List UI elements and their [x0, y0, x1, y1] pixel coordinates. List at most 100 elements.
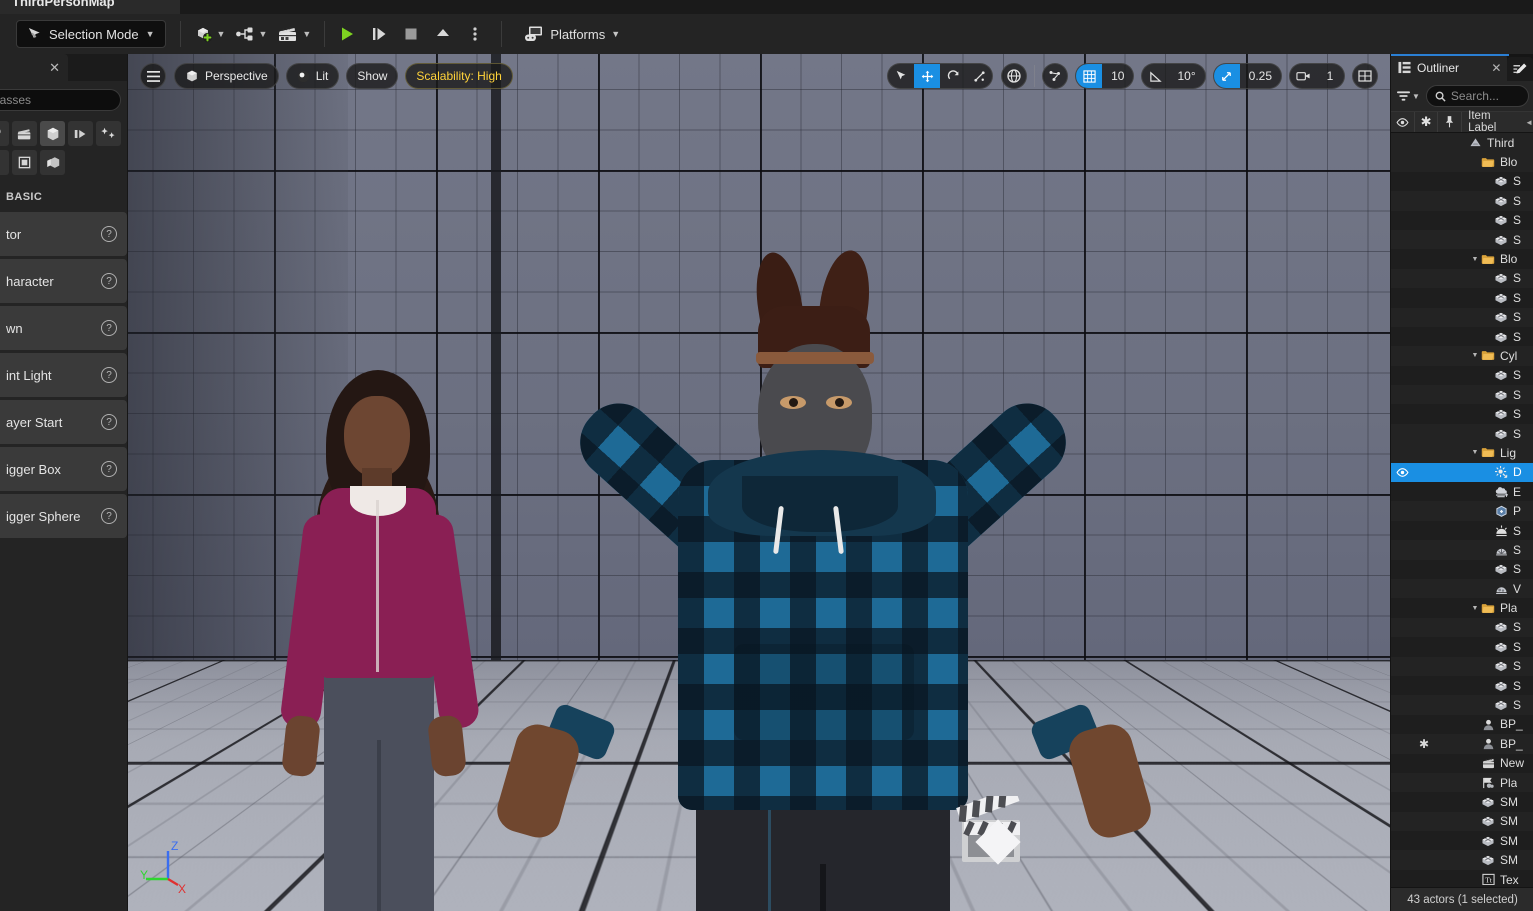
viewport-3d-scene[interactable]: Z Y X	[128, 54, 1390, 911]
outliner-row[interactable]: S	[1391, 172, 1533, 191]
place-item-trigger-box[interactable]: igger Box ?	[0, 447, 127, 491]
outliner-row[interactable]: ✱ BP_	[1391, 734, 1533, 754]
outliner-row[interactable]: Blo	[1391, 152, 1533, 172]
eject-button[interactable]	[429, 20, 457, 48]
outliner-row[interactable]: S	[1391, 229, 1533, 250]
outliner-row[interactable]: S	[1391, 211, 1533, 230]
platforms-button[interactable]: Platforms ▼	[516, 19, 628, 49]
outliner-row[interactable]: ▼ Pla	[1391, 598, 1533, 617]
viewport-menu-button[interactable]	[140, 63, 166, 89]
translate-tool[interactable]	[914, 64, 941, 88]
outliner-row[interactable]: S	[1391, 521, 1533, 540]
viewport-layout-button[interactable]	[1352, 63, 1378, 89]
rotate-tool[interactable]	[940, 64, 966, 88]
outliner-row[interactable]: ▼ Cyl	[1391, 346, 1533, 366]
outliner-row[interactable]: S	[1391, 268, 1533, 289]
level-tab[interactable]: ThirdPersonMap	[0, 0, 180, 14]
viewport-camera-button[interactable]: Perspective	[174, 63, 279, 89]
outliner-row[interactable]: SM	[1391, 792, 1533, 811]
outliner-row[interactable]: ▼ Blo	[1391, 249, 1533, 268]
character-mannequin-manny[interactable]	[458, 244, 1178, 911]
category-volumes[interactable]	[12, 150, 37, 175]
outliner-row[interactable]: S	[1391, 560, 1533, 579]
outliner-row[interactable]: BP_	[1391, 715, 1533, 734]
outliner-row[interactable]: S	[1391, 327, 1533, 346]
help-icon[interactable]: ?	[101, 367, 117, 383]
outliner-row[interactable]: S	[1391, 695, 1533, 715]
category-cinematic[interactable]	[12, 121, 37, 146]
favorite-column-header[interactable]: ✱	[1415, 112, 1439, 132]
expand-triangle-icon[interactable]: ▼	[1470, 605, 1480, 612]
outliner-row[interactable]: S	[1391, 404, 1533, 423]
category-geometry[interactable]	[0, 150, 9, 175]
help-icon[interactable]: ?	[101, 461, 117, 477]
angle-icon[interactable]	[1142, 64, 1168, 88]
expand-triangle-icon[interactable]: ▼	[1470, 256, 1480, 263]
category-lights[interactable]	[68, 121, 93, 146]
place-item-empty-actor[interactable]: tor ?	[0, 212, 127, 256]
outliner-tab[interactable]: Outliner ✕	[1391, 54, 1508, 81]
outliner-row[interactable]: S	[1391, 307, 1533, 327]
row-visibility-toggle[interactable]	[1391, 468, 1413, 477]
outliner-row[interactable]: Pla	[1391, 772, 1533, 793]
play-options-button[interactable]	[461, 20, 489, 48]
outliner-search-input[interactable]: Search...	[1425, 85, 1529, 107]
cinematics-button[interactable]: ▼	[272, 19, 316, 49]
selection-mode-button[interactable]: Selection Mode ▼	[16, 20, 166, 48]
place-actors-search-input[interactable]: lasses	[0, 89, 121, 111]
details-tab[interactable]	[1507, 57, 1533, 81]
outliner-row[interactable]: ▼ Lig	[1391, 443, 1533, 463]
outliner-row[interactable]: S	[1391, 656, 1533, 676]
select-tool[interactable]	[888, 64, 914, 88]
coordinate-space-button[interactable]	[1001, 63, 1028, 89]
expand-triangle-icon[interactable]: ▼	[1470, 449, 1480, 456]
scale-snap-icon[interactable]	[1213, 64, 1240, 88]
item-label-column-header[interactable]: Item Label ◄	[1462, 110, 1533, 134]
outliner-filter-button[interactable]: ▼	[1395, 88, 1422, 104]
level-sequence-billboard[interactable]	[956, 796, 1034, 868]
scale-snap-value[interactable]: 0.25	[1240, 64, 1281, 88]
place-item-player-start[interactable]: ayer Start ?	[0, 400, 127, 444]
blueprints-button[interactable]: ▼	[230, 19, 272, 49]
camera-icon[interactable]	[1290, 64, 1316, 88]
viewport-viewmode-button[interactable]: Lit	[285, 63, 340, 89]
place-item-point-light[interactable]: int Light ?	[0, 353, 127, 397]
outliner-row[interactable]: S	[1391, 676, 1533, 695]
place-item-trigger-sphere[interactable]: igger Sphere ?	[0, 494, 127, 538]
place-item-pawn[interactable]: wn ?	[0, 306, 127, 350]
row-favorite-marker[interactable]: ✱	[1413, 737, 1435, 751]
outliner-row[interactable]: New	[1391, 754, 1533, 773]
camera-speed-value[interactable]: 1	[1316, 64, 1344, 88]
category-favorites[interactable]	[0, 121, 9, 146]
close-icon[interactable]: ✕	[1491, 61, 1501, 75]
outliner-row[interactable]: S	[1391, 423, 1533, 444]
outliner-row[interactable]: D	[1391, 462, 1533, 483]
outliner-row[interactable]: SM	[1391, 850, 1533, 870]
outliner-row[interactable]: V	[1391, 578, 1533, 599]
help-icon[interactable]: ?	[101, 414, 117, 430]
category-visual-effects[interactable]	[96, 121, 121, 146]
grid-icon[interactable]	[1076, 64, 1103, 88]
outliner-row[interactable]: S	[1391, 637, 1533, 656]
outliner-row[interactable]: S	[1391, 288, 1533, 307]
outliner-row[interactable]: S	[1391, 540, 1533, 560]
viewport-show-button[interactable]: Show	[346, 63, 399, 89]
outliner-row[interactable]: S	[1391, 617, 1533, 638]
outliner-row[interactable]: SM	[1391, 811, 1533, 832]
category-all-classes[interactable]	[40, 150, 65, 175]
level-viewport[interactable]: Z Y X Perspective Lit Show Scalability: …	[128, 54, 1390, 911]
play-step-button[interactable]	[365, 20, 393, 48]
outliner-row[interactable]: S	[1391, 366, 1533, 385]
viewport-scalability-button[interactable]: Scalability: High	[405, 63, 513, 89]
surface-snap-button[interactable]	[1042, 63, 1069, 89]
help-icon[interactable]: ?	[101, 508, 117, 524]
stop-button[interactable]	[397, 20, 425, 48]
close-icon[interactable]: ✕	[49, 60, 60, 76]
category-basic[interactable]	[40, 121, 65, 146]
pin-column-header[interactable]	[1438, 112, 1463, 132]
add-actor-button[interactable]: ▼	[189, 19, 231, 49]
outliner-row[interactable]: P	[1391, 501, 1533, 521]
expand-triangle-icon[interactable]: ▼	[1470, 352, 1480, 359]
outliner-tree[interactable]: Third Blo S S S S ▼ Blo S S S S ▼ Cyl S S S S ▼ Lig D E P S S S V ▼…	[1391, 133, 1533, 885]
help-icon[interactable]: ?	[101, 273, 117, 289]
